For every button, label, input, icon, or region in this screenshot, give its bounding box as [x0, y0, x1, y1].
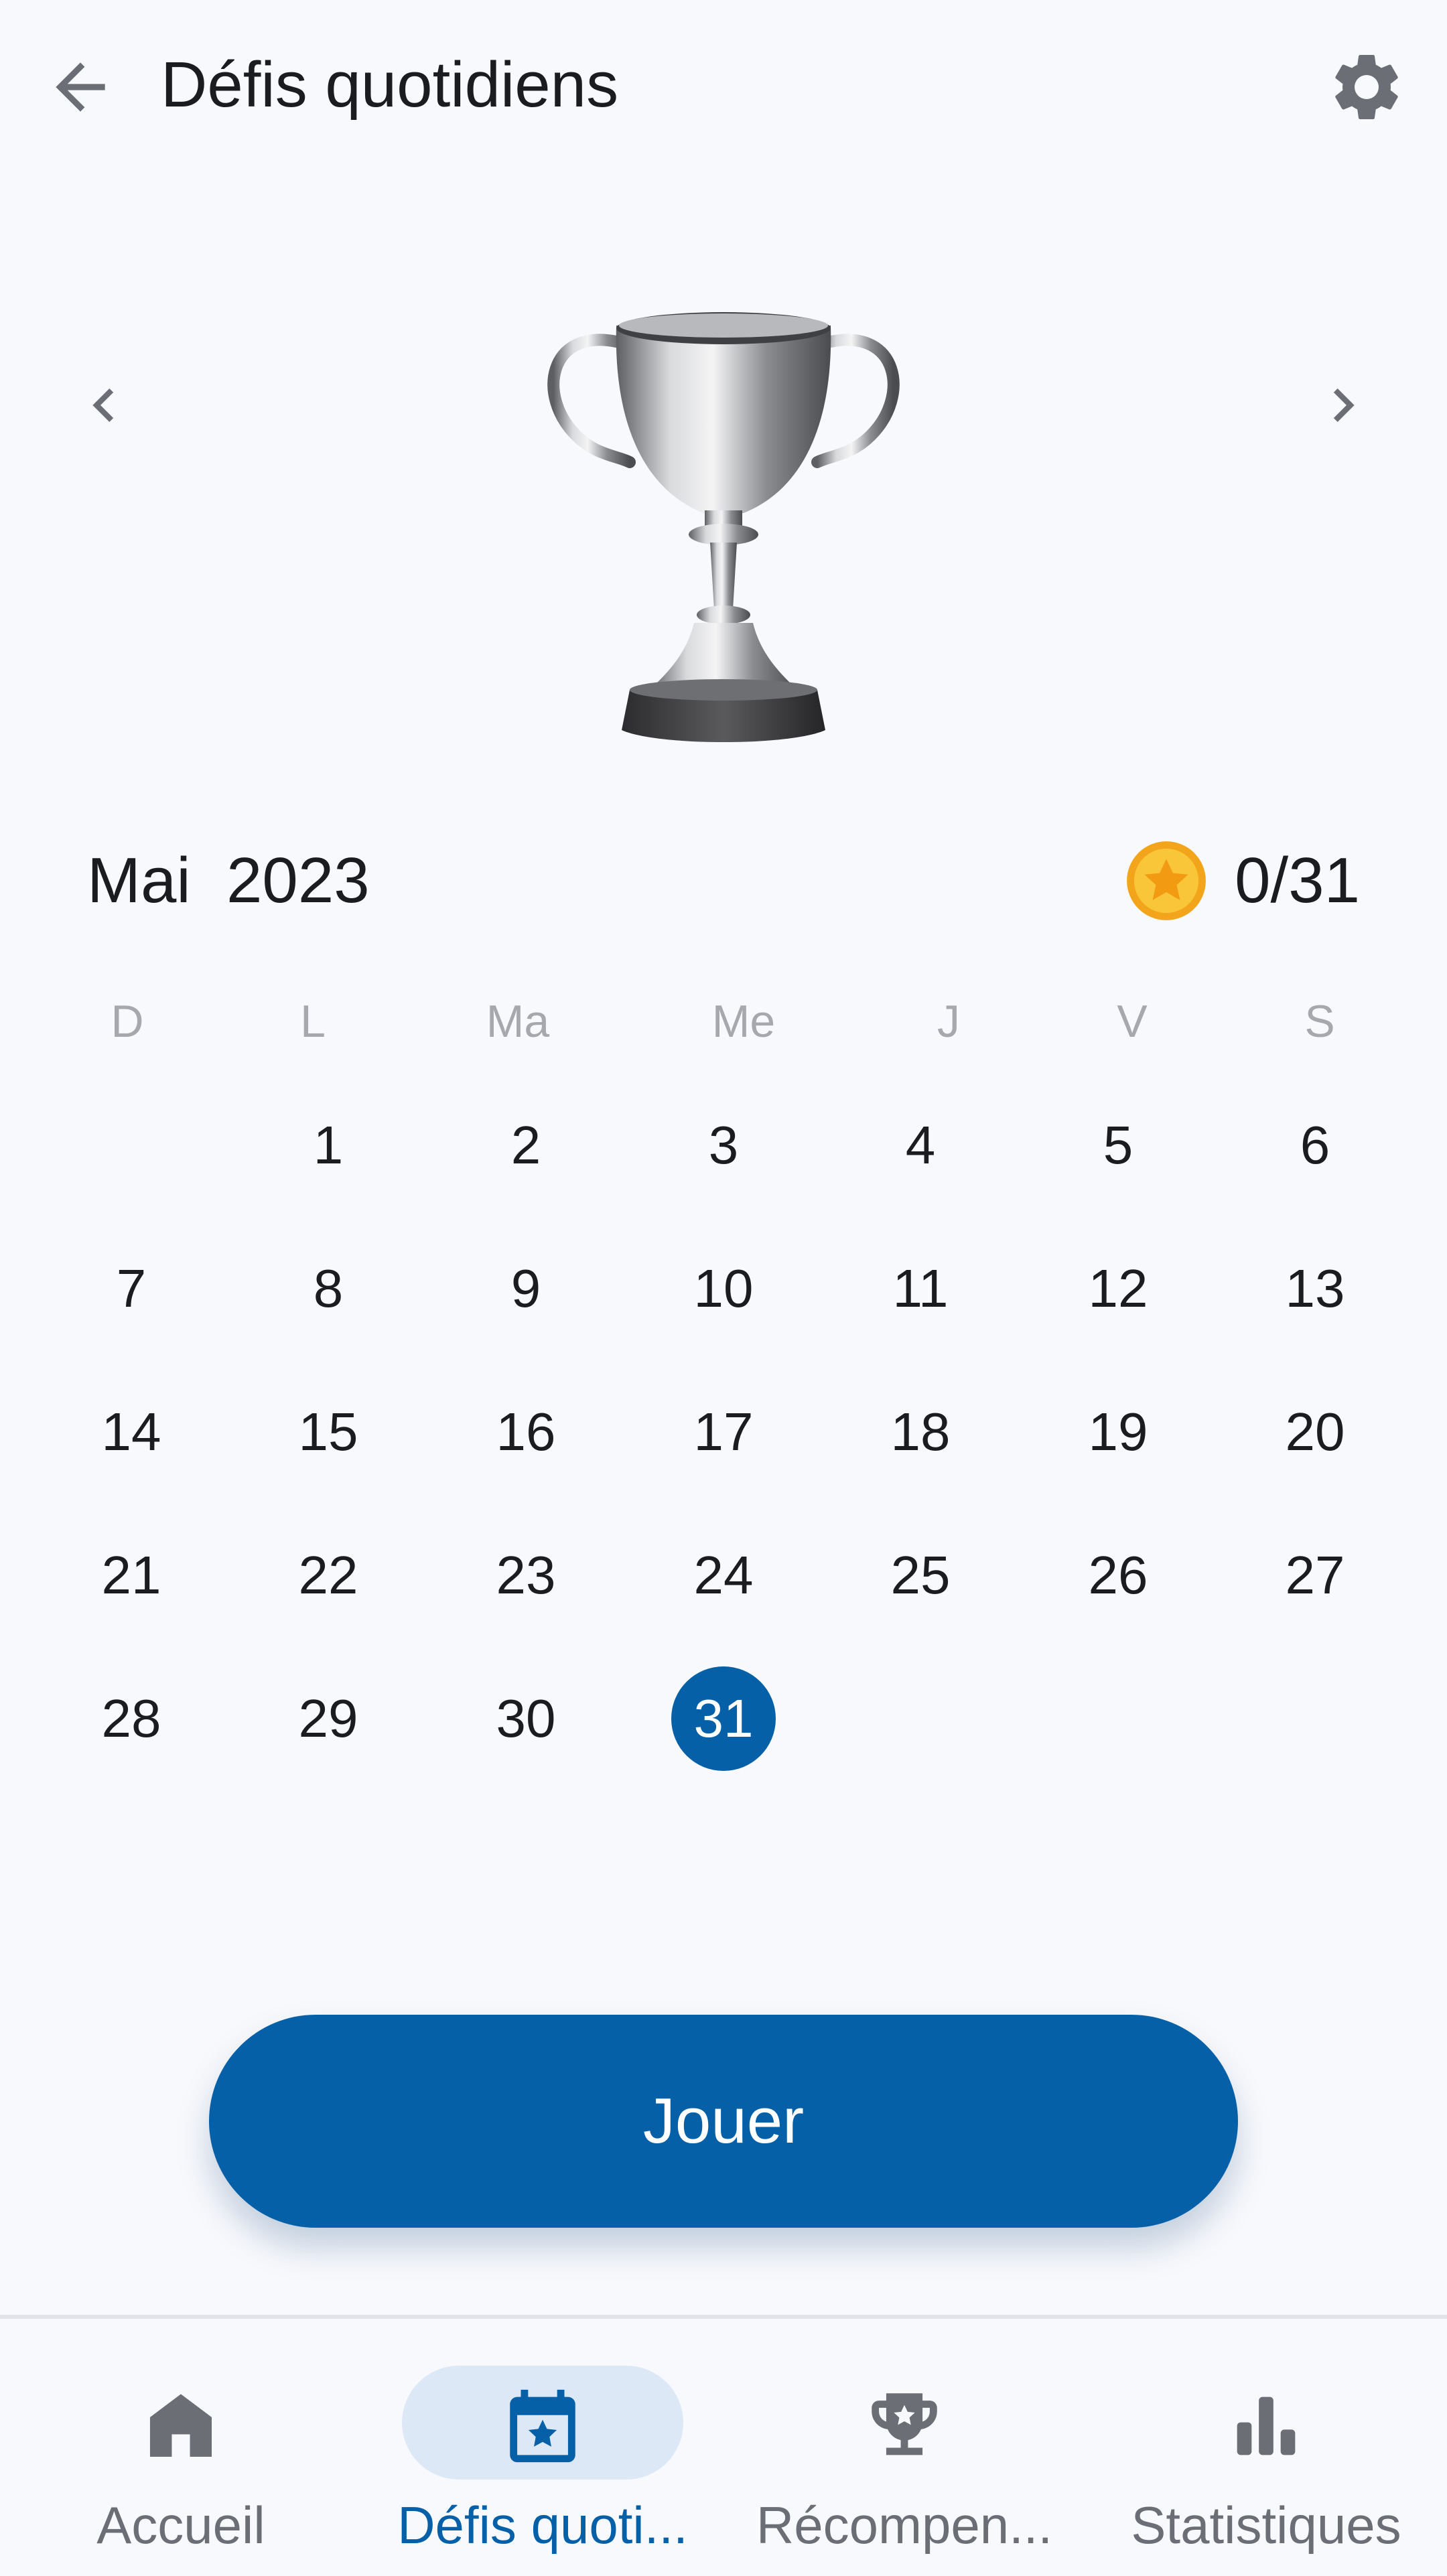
calendar-day[interactable]: 15 [268, 1378, 389, 1486]
trophy-icon [872, 2393, 937, 2455]
settings-button[interactable] [1320, 40, 1414, 134]
nav-label: Statistiques [1131, 2496, 1401, 2555]
bar-chart-icon [1237, 2396, 1296, 2455]
weekday-label: L [300, 996, 326, 1047]
calendar-week: 1 2 3 4 5 6 [0, 1065, 1447, 1208]
month-label: Mai 2023 [87, 845, 370, 916]
calendar-day-empty [1255, 1665, 1375, 1772]
calendar-day[interactable]: 7 [71, 1235, 192, 1342]
top-app-bar: Défis quotidiens [0, 0, 1447, 174]
calendar-day[interactable]: 16 [466, 1378, 586, 1486]
calendar-day[interactable]: 29 [268, 1665, 389, 1772]
calendar-day[interactable]: 8 [268, 1235, 389, 1342]
month-header: Mai 2023 0/31 [87, 837, 1360, 924]
weekday-label: Ma [486, 996, 550, 1047]
gold-coin-star-icon [1127, 841, 1207, 920]
calendar-day[interactable]: 3 [663, 1092, 784, 1199]
calendar-day[interactable]: 19 [1058, 1378, 1178, 1486]
page-title: Défis quotidiens [161, 49, 619, 121]
back-button[interactable] [33, 40, 127, 134]
calendar-day[interactable]: 10 [663, 1235, 784, 1342]
nav-item-rewards[interactable]: Récompen... [724, 2319, 1085, 2576]
calendar-day[interactable]: 9 [466, 1235, 586, 1342]
calendar-week: 7 8 9 10 11 12 13 [0, 1208, 1447, 1352]
calendar-day-empty [1058, 1665, 1178, 1772]
chevron-left-icon [92, 388, 114, 422]
calendar-day[interactable]: 25 [860, 1522, 981, 1629]
calendar-day[interactable]: 30 [466, 1665, 586, 1772]
calendar: D L Ma Me J V S 1 2 3 4 5 6 7 8 9 10 11 … [0, 978, 1447, 1782]
next-month-button[interactable] [1300, 362, 1387, 449]
weekday-label: J [937, 996, 960, 1047]
nav-label: Accueil [96, 2496, 265, 2555]
calendar-week: 28 29 30 31 [0, 1638, 1447, 1782]
weekday-header: D L Ma Me J V S [0, 978, 1447, 1065]
calendar-day[interactable]: 27 [1255, 1522, 1375, 1629]
bottom-navigation: Accueil Défis quoti... Récompen... Stati… [0, 2315, 1447, 2576]
calendar-day[interactable]: 28 [71, 1665, 192, 1772]
nav-item-home[interactable]: Accueil [0, 2319, 362, 2576]
calendar-day[interactable]: 22 [268, 1522, 389, 1629]
calendar-week: 14 15 16 17 18 19 20 [0, 1352, 1447, 1495]
calendar-day[interactable]: 20 [1255, 1378, 1375, 1486]
calendar-day[interactable]: 11 [860, 1235, 981, 1342]
calendar-day[interactable]: 17 [663, 1378, 784, 1486]
weekday-label: D [111, 996, 144, 1047]
calendar-day[interactable]: 18 [860, 1378, 981, 1486]
chevron-right-icon [1333, 388, 1355, 422]
calendar-day-empty [71, 1092, 192, 1199]
previous-month-button[interactable] [60, 362, 147, 449]
calendar-day[interactable]: 2 [466, 1092, 586, 1199]
calendar-day[interactable]: 5 [1058, 1092, 1178, 1199]
trophy-image [547, 312, 900, 742]
nav-label: Défis quoti... [397, 2496, 688, 2555]
calendar-day[interactable]: 6 [1255, 1092, 1375, 1199]
calendar-day[interactable]: 14 [71, 1378, 192, 1486]
coin-progress: 0/31 [1125, 837, 1360, 924]
nav-item-statistics[interactable]: Statistiques [1085, 2319, 1447, 2576]
calendar-day[interactable]: 23 [466, 1522, 586, 1629]
home-icon [149, 2394, 212, 2457]
weekday-label: V [1117, 996, 1148, 1047]
calendar-day-selected[interactable]: 31 [663, 1665, 784, 1772]
coin-count: 0/31 [1235, 845, 1360, 916]
calendar-day[interactable]: 12 [1058, 1235, 1178, 1342]
calendar-day-empty [860, 1665, 981, 1772]
calendar-star-icon [510, 2389, 575, 2463]
nav-item-daily-challenges[interactable]: Défis quoti... [362, 2319, 724, 2576]
gear-icon [1335, 54, 1398, 119]
calendar-day[interactable]: 13 [1255, 1235, 1375, 1342]
arrow-left-icon [56, 62, 105, 112]
calendar-day[interactable]: 26 [1058, 1522, 1178, 1629]
weekday-label: Me [711, 996, 776, 1047]
nav-label: Récompen... [756, 2496, 1053, 2555]
calendar-day[interactable]: 1 [268, 1092, 389, 1199]
play-button[interactable]: Jouer [209, 2015, 1238, 2228]
weekday-label: S [1304, 996, 1335, 1047]
calendar-week: 21 22 23 24 25 26 27 [0, 1495, 1447, 1638]
calendar-day[interactable]: 4 [860, 1092, 981, 1199]
calendar-day[interactable]: 21 [71, 1522, 192, 1629]
calendar-day[interactable]: 24 [663, 1522, 784, 1629]
